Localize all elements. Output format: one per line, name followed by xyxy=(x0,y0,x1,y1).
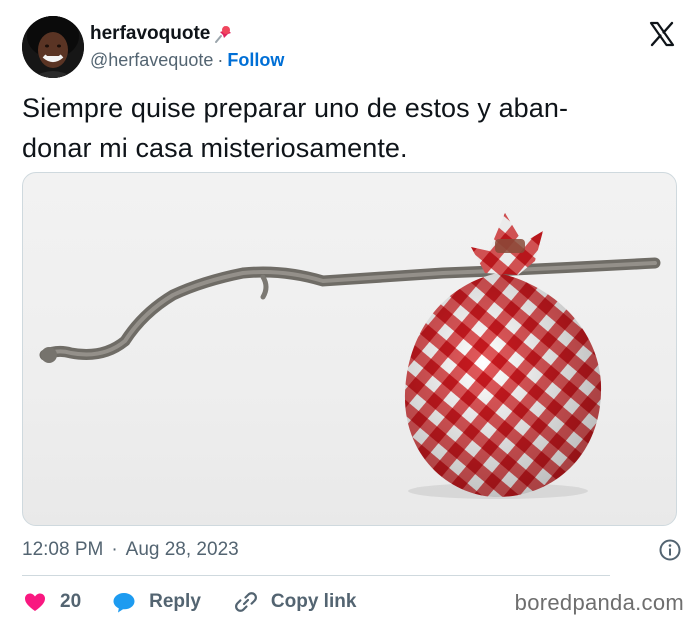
link-icon xyxy=(234,592,257,612)
display-name[interactable]: herfavoquote xyxy=(90,23,210,45)
tweet-time[interactable]: 12:08 PM xyxy=(22,539,103,561)
watermark: boredpanda.com xyxy=(514,590,684,615)
divider xyxy=(22,575,610,576)
tweet-actions: 20 Reply Copy link xyxy=(22,588,356,616)
tweet-header: herfavoquote @herfavequote · Follow xyxy=(22,16,682,82)
tweet-text-line: Siempre quise preparar uno de estos y ab… xyxy=(22,93,569,123)
tweet-timestamp[interactable]: 12:08 PM · Aug 28, 2023 xyxy=(22,536,682,564)
tweet-date[interactable]: Aug 28, 2023 xyxy=(126,539,239,561)
follow-button[interactable]: Follow xyxy=(227,50,284,71)
x-logo-icon[interactable] xyxy=(648,20,676,48)
user-handle[interactable]: @herfavequote xyxy=(90,50,213,71)
info-icon[interactable] xyxy=(658,538,682,562)
like-button[interactable]: 20 xyxy=(22,589,81,615)
handle-separator: · xyxy=(217,50,224,70)
meta-separator: · xyxy=(111,539,118,560)
heart-icon xyxy=(25,593,45,611)
tweet-image[interactable] xyxy=(22,172,677,526)
reply-label: Reply xyxy=(149,591,201,612)
user-info: herfavoquote @herfavequote · Follow xyxy=(90,22,284,71)
speech-bubble-icon xyxy=(113,593,135,613)
copy-link-button[interactable]: Copy link xyxy=(233,589,357,615)
pushpin-icon xyxy=(212,23,234,45)
tweet-text: Siempre quise preparar uno de estos y ab… xyxy=(22,88,682,168)
reply-button[interactable]: Reply xyxy=(111,589,201,615)
like-count: 20 xyxy=(60,591,82,612)
copy-link-label: Copy link xyxy=(270,591,357,612)
avatar[interactable] xyxy=(22,16,84,78)
tweet-text-line: donar mi casa misteriosamente. xyxy=(22,133,408,163)
